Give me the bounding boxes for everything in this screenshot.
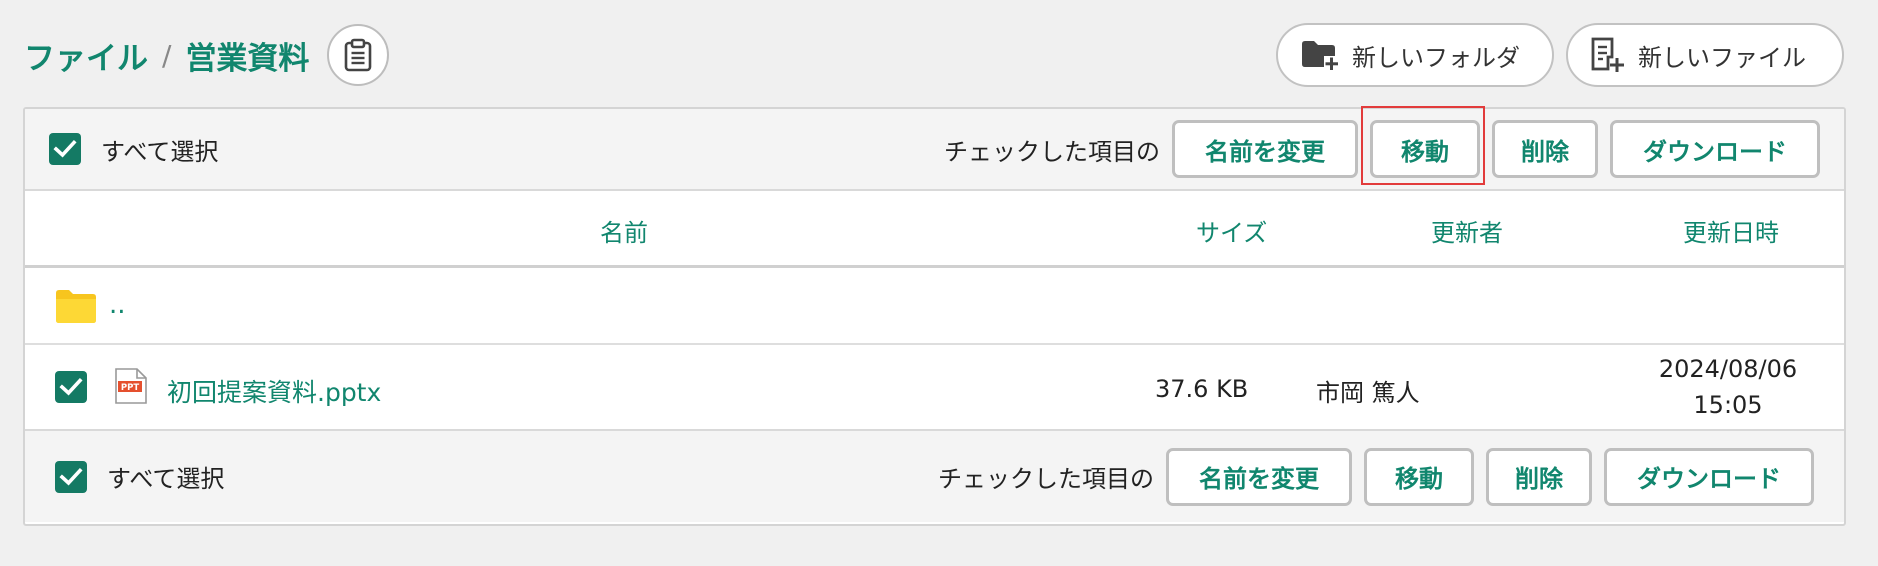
bottom-toolbar: すべて選択 チェックした項目の 名前を変更 移動 削除 ダウンロード (25, 429, 1844, 522)
page-header: ファイル / 営業資料 新しいフォルダ 新しいファイル (24, 22, 1844, 88)
select-all-label-top: すべて選択 (101, 137, 219, 166)
file-updated-time: 15:05 (1693, 391, 1763, 419)
move-button-bottom[interactable]: 移動 (1364, 447, 1474, 506)
column-header-name[interactable]: 名前 (600, 213, 648, 248)
row-checkbox[interactable] (55, 371, 87, 403)
checked-items-note-bottom: チェックした項目の (938, 465, 1154, 493)
table-row[interactable]: PPT 初回提案資料.pptx 37.6 KB 市岡 篤人 2024/08/06… (25, 345, 1844, 429)
check-icon (53, 139, 77, 158)
file-size: 37.6 KB (1155, 375, 1249, 403)
table-header: 名前 サイズ 更新者 更新日時 (25, 191, 1844, 268)
delete-button-top[interactable]: 削除 (1492, 120, 1598, 178)
file-updated-date: 2024/08/06 (1658, 355, 1798, 383)
column-header-size[interactable]: サイズ (1196, 213, 1267, 248)
select-all-checkbox-bottom[interactable] (55, 460, 87, 493)
parent-folder-link[interactable]: .. (109, 290, 126, 320)
new-folder-label: 新しいフォルダ (1352, 43, 1520, 72)
folder-plus-icon (1302, 41, 1339, 71)
breadcrumb: ファイル / 営業資料 (24, 24, 390, 86)
clipboard-icon (345, 38, 372, 72)
table-row-parent[interactable]: .. (25, 268, 1844, 345)
column-header-updated-at[interactable]: 更新日時 (1683, 213, 1779, 248)
folder-icon (56, 290, 96, 323)
new-file-button[interactable]: 新しいファイル (1566, 23, 1844, 87)
select-all-checkbox-top[interactable] (49, 133, 81, 165)
file-updated-at: 2024/08/06 15:05 (1648, 351, 1808, 423)
breadcrumb-separator: / (162, 38, 172, 72)
pptx-file-icon: PPT (115, 368, 147, 404)
new-file-label: 新しいファイル (1638, 43, 1806, 72)
check-icon (59, 467, 83, 486)
select-all-label-bottom: すべて選択 (107, 465, 225, 493)
check-icon (59, 377, 83, 396)
download-button-top[interactable]: ダウンロード (1610, 120, 1820, 178)
rename-button-bottom[interactable]: 名前を変更 (1166, 447, 1352, 506)
rename-button-top[interactable]: 名前を変更 (1172, 120, 1358, 178)
move-button-highlight (1361, 106, 1485, 185)
file-badge-text: PPT (121, 383, 139, 393)
file-name-link[interactable]: 初回提案資料.pptx (167, 373, 381, 409)
copy-path-button[interactable] (327, 24, 390, 86)
file-list-panel: すべて選択 チェックした項目の 名前を変更 移動 削除 ダウンロード 名前 サイ… (23, 107, 1846, 526)
delete-button-bottom[interactable]: 削除 (1486, 447, 1592, 506)
breadcrumb-current: 営業資料 (185, 40, 310, 77)
breadcrumb-root-link[interactable]: ファイル (24, 33, 148, 78)
checked-items-note-top: チェックした項目の (944, 137, 1160, 166)
download-button-bottom[interactable]: ダウンロード (1604, 447, 1814, 506)
header-actions: 新しいフォルダ 新しいファイル (1276, 23, 1844, 87)
file-plus-icon (1591, 37, 1624, 72)
top-toolbar: すべて選択 チェックした項目の 名前を変更 移動 削除 ダウンロード (25, 109, 1844, 191)
file-updated-by: 市岡 篤人 (1316, 379, 1420, 407)
new-folder-button[interactable]: 新しいフォルダ (1276, 23, 1554, 87)
column-header-updated-by[interactable]: 更新者 (1431, 213, 1503, 248)
bulk-actions-bottom: チェックした項目の 名前を変更 移動 削除 ダウンロード (938, 447, 1814, 506)
